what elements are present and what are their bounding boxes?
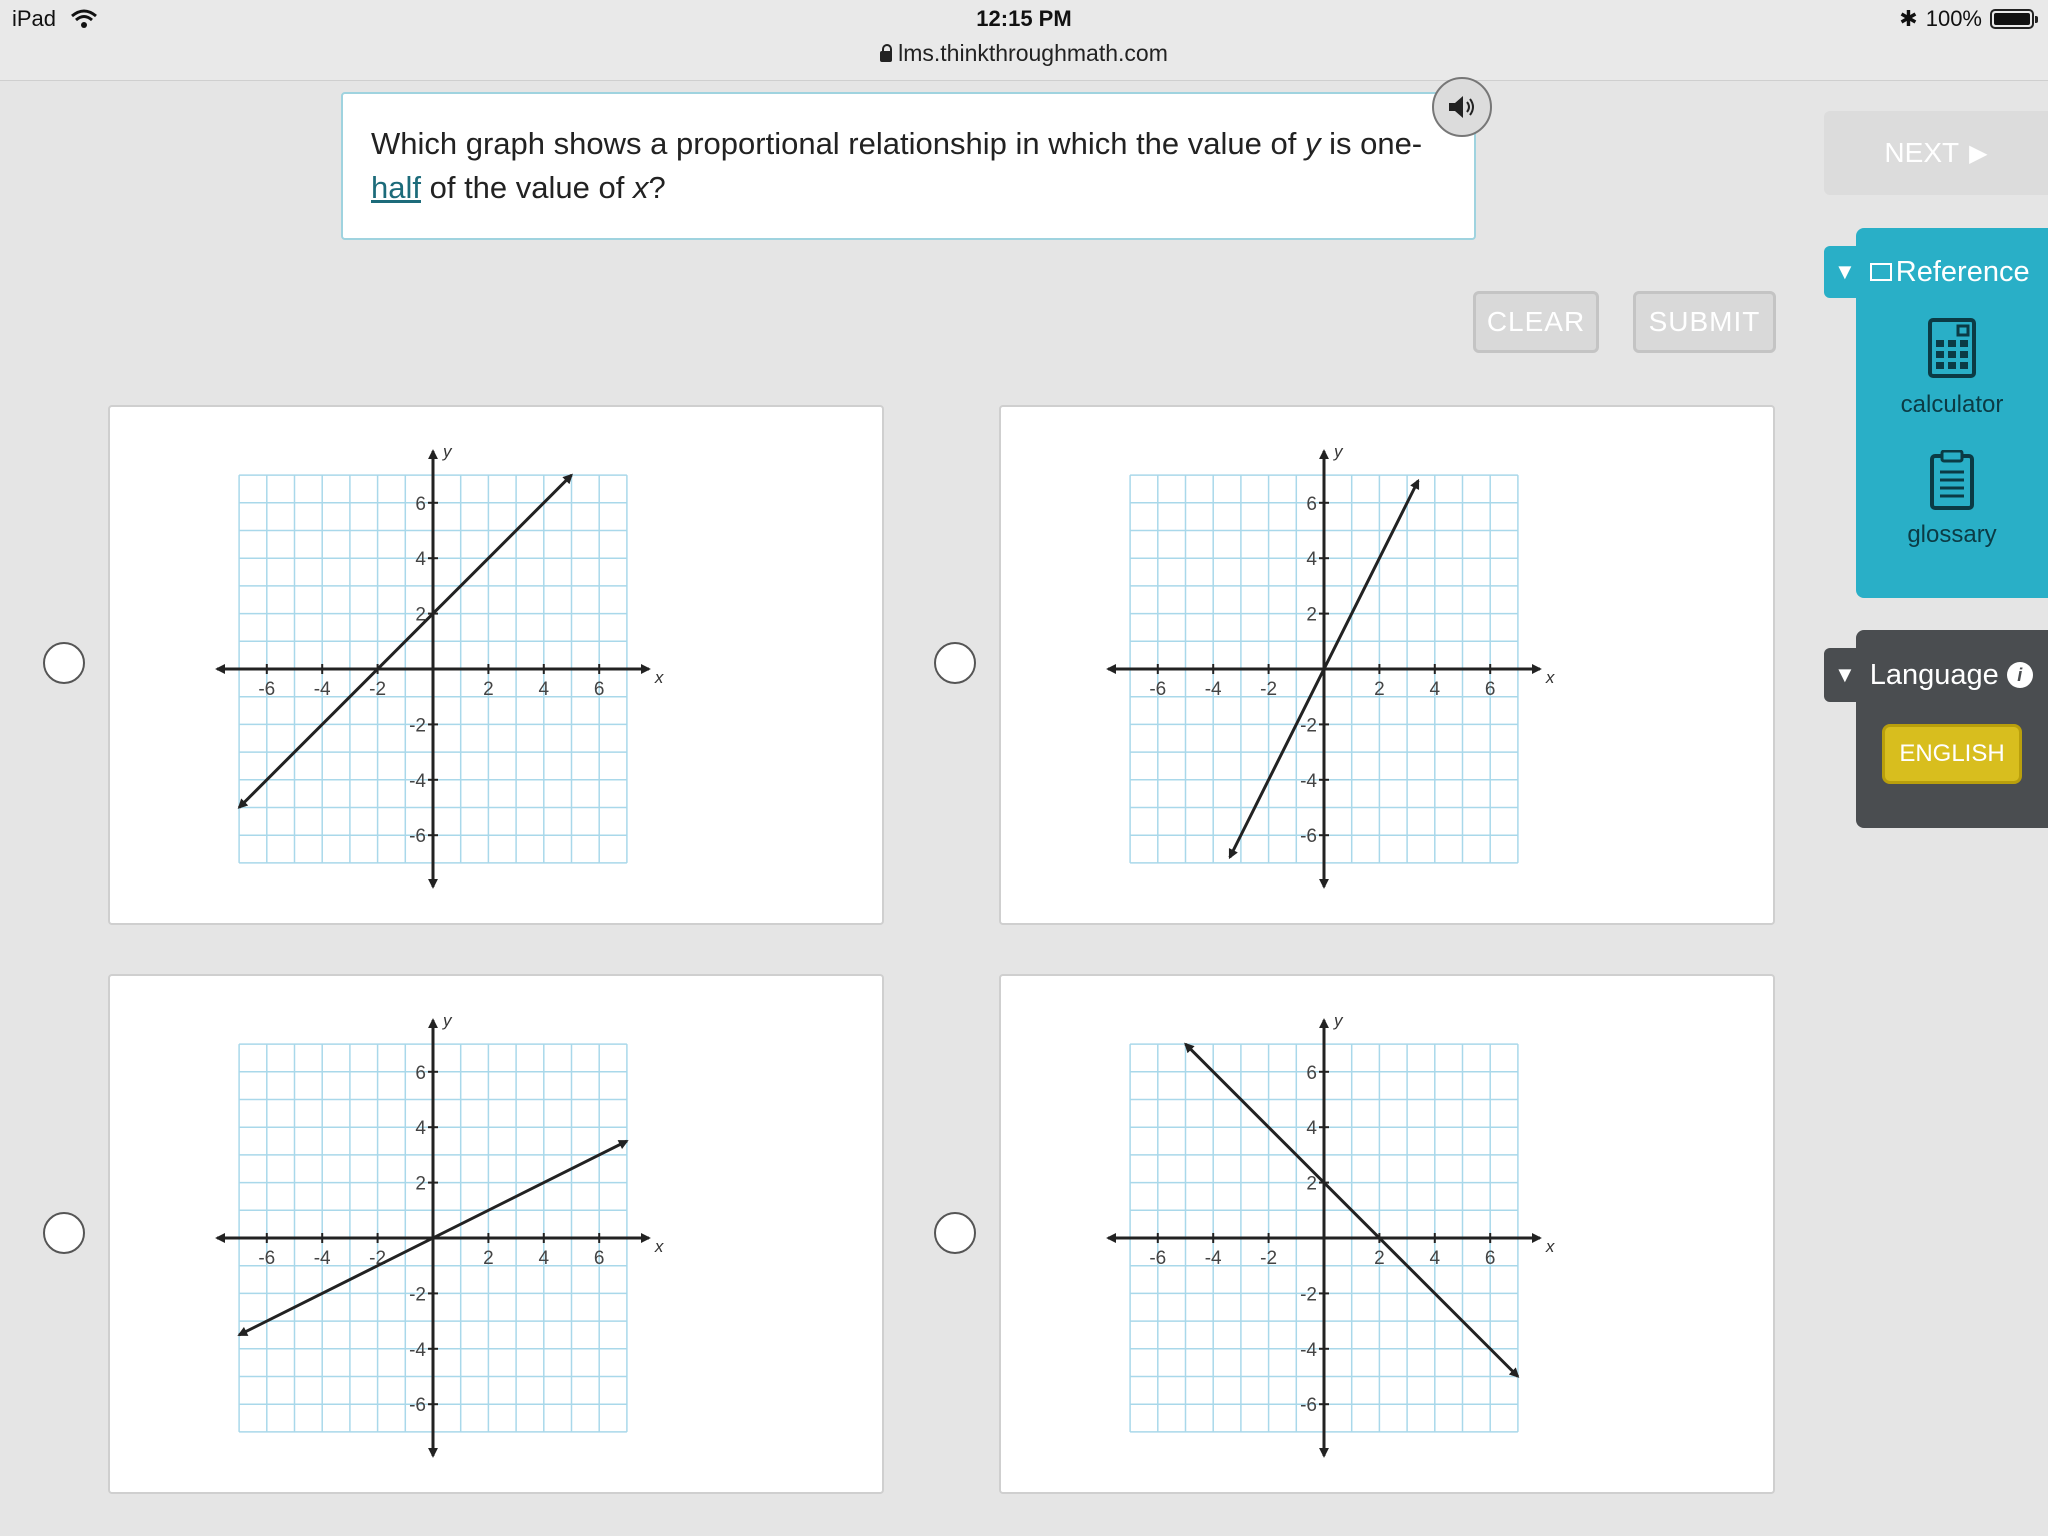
y-tick-label: 6 [415,494,426,515]
x-tick-label: 6 [594,1248,605,1269]
x-tick-label: 6 [1485,1248,1496,1269]
x-tick-label: -6 [258,1248,275,1269]
x-tick-label: -6 [258,679,275,700]
y-tick-label: -2 [409,715,426,736]
reference-toggle[interactable]: ▼ Reference [1824,246,2048,298]
lock-icon [880,44,893,62]
glossary-link-half[interactable]: half [371,170,421,205]
glossary-label: glossary [1907,521,1997,548]
radio-option-b[interactable] [934,642,976,684]
x-tick-label: -4 [314,679,331,700]
submit-button[interactable]: SUBMIT [1633,291,1776,353]
battery-icon [1990,9,2038,29]
clear-button[interactable]: CLEAR [1473,291,1599,353]
y-tick-label: 6 [1306,494,1317,515]
graph-option-a: xy-6-6-4-4-2-2224466 [215,442,664,889]
y-tick-label: -2 [1300,715,1317,736]
x-tick-label: 4 [539,1248,550,1269]
y-tick-label: -4 [1300,771,1317,792]
y-tick-label: -2 [409,1284,426,1305]
reference-card-icon [1869,263,1892,281]
x-tick-label: 4 [1430,1248,1441,1269]
clipboard-icon [1930,449,1974,510]
y-tick-label: 4 [1306,1118,1317,1139]
graph-option-d: x y -6 -6 -4 -4 -2 -2 2 2 4 4 6 6 [1106,1011,1555,1458]
clock: 12:15 PM [976,6,1072,31]
x-tick-label: 6 [594,679,605,700]
x-axis-label: x [654,1237,664,1256]
y-tick-label: 6 [415,1063,426,1084]
x-tick-label: 2 [1374,679,1385,700]
x-tick-label: 2 [483,1248,494,1269]
y-tick-label: -6 [1300,1395,1317,1416]
radio-option-d[interactable] [934,1212,976,1254]
calculator-icon [1928,318,1976,378]
language-toggle[interactable]: ▼ Language i [1824,648,2048,702]
collapse-triangle-icon: ▼ [1834,662,1856,687]
y-tick-label: -6 [1300,826,1317,847]
x-tick-label: -2 [369,679,386,700]
glossary-tool[interactable]: glossary [1856,449,2048,549]
y-tick-label: 2 [1306,605,1317,626]
y-tick-label: 4 [415,1118,426,1139]
answer-card-option-a[interactable]: x y -6 -6 -4 -4 -2 -2 2 2 4 4 6 6 [108,405,884,925]
x-tick-label: 4 [539,679,550,700]
x-tick-label: -4 [1205,679,1222,700]
english-language-button[interactable]: ENGLISH [1882,724,2022,784]
y-tick-label: -4 [1300,1340,1317,1361]
answer-card-option-d[interactable]: x y -6 -6 -4 -4 -2 -2 2 2 4 4 6 6 [999,974,1775,1494]
radio-option-a[interactable] [43,642,85,684]
answer-card-option-c[interactable]: x y -6 -6 -4 -4 -2 -2 2 2 4 4 6 6 [108,974,884,1494]
x-tick-label: 2 [483,679,494,700]
question-box: Which graph shows a proportional relatio… [341,92,1476,240]
x-tick-label: -2 [1260,1248,1277,1269]
battery-percent: 100% [1925,6,1982,31]
y-tick-label: -4 [409,1340,426,1361]
y-axis-label: y [442,442,453,461]
y-tick-label: -6 [409,1395,426,1416]
calculator-label: calculator [1900,391,2004,418]
next-button[interactable]: NEXT ▶ [1824,111,2048,195]
y-axis-label: y [1333,1011,1344,1030]
x-axis-label: x [1545,1237,1555,1256]
y-tick-label: 2 [1306,1174,1317,1195]
status-bar: iPad 12:15 PM lms.thinkthroughmath.com ✱… [0,0,2048,81]
y-tick-label: -6 [409,826,426,847]
x-axis-label: x [1545,668,1555,687]
y-tick-label: -4 [409,771,426,792]
x-tick-label: 2 [1374,1248,1385,1269]
answer-card-option-b[interactable]: x y -6 -6 -4 -4 -2 -2 2 2 4 4 6 6 [999,405,1775,925]
y-tick-label: -2 [1300,1284,1317,1305]
collapse-triangle-icon: ▼ [1834,259,1856,284]
graph-option-c: xy-6-6-4-4-2-2224466 [215,1011,664,1458]
bluetooth-icon: ✱ [1899,6,1918,31]
x-tick-label: 6 [1485,679,1496,700]
x-axis-label: x [654,668,664,687]
graph-option-b: x y -6 -6 -4 -4 -2 -2 2 2 4 4 6 6 [1106,442,1555,889]
y-axis-label: y [1333,442,1344,461]
radio-option-c[interactable] [43,1212,85,1254]
x-tick-label: -6 [1149,1248,1166,1269]
play-arrow-icon: ▶ [1969,139,1988,167]
y-axis-label: y [442,1011,453,1030]
y-tick-label: 4 [415,549,426,570]
x-tick-label: -6 [1149,679,1166,700]
info-icon[interactable]: i [2006,662,2033,688]
url-bar[interactable]: lms.thinkthroughmath.com [0,40,2048,67]
calculator-tool[interactable]: calculator [1856,318,2048,419]
speaker-button[interactable] [1432,77,1492,137]
x-tick-label: 4 [1430,679,1441,700]
x-tick-label: -4 [1205,1248,1222,1269]
url-text: lms.thinkthroughmath.com [898,40,1168,66]
y-tick-label: 4 [1306,549,1317,570]
x-tick-label: -2 [1260,679,1277,700]
y-tick-label: 6 [1306,1063,1317,1084]
speaker-icon [1449,96,1474,118]
x-tick-label: -4 [314,1248,331,1269]
y-tick-label: 2 [415,1174,426,1195]
